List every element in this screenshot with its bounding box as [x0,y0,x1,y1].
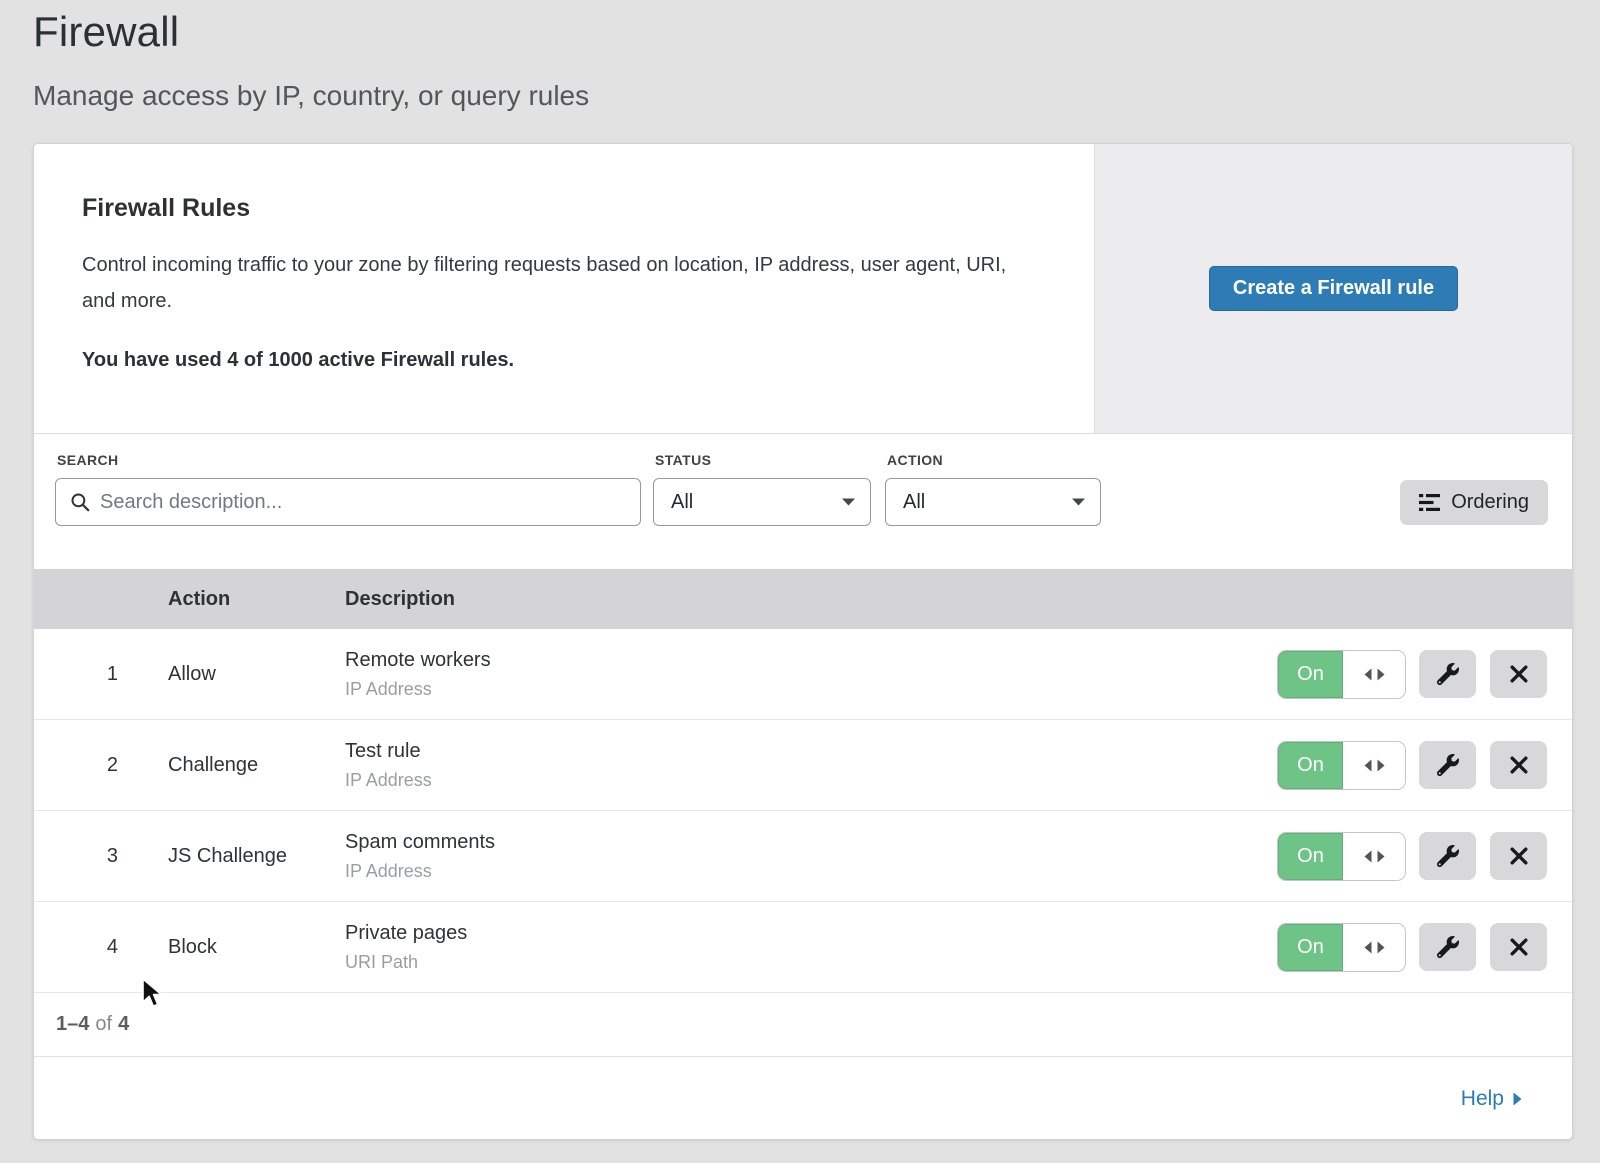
delete-rule-button[interactable] [1490,832,1547,880]
close-icon [1509,846,1529,866]
rule-controls: On [1278,741,1572,789]
description-column-header: Description [345,588,1572,611]
search-label: SEARCH [57,452,119,468]
pagination-range: 1–4 [56,1013,89,1036]
rule-action: Block [168,936,345,959]
rule-controls: On [1278,650,1572,698]
section-title: Firewall Rules [82,194,1054,223]
wrench-icon [1437,663,1459,685]
card-footer: Help [34,1057,1572,1140]
rule-action: Challenge [168,754,345,777]
close-icon [1509,937,1529,957]
toggle-on-label: On [1278,924,1343,971]
wrench-icon [1437,936,1459,958]
rule-description: Remote workers [345,649,1278,672]
delete-rule-button[interactable] [1490,923,1547,971]
rule-enabled-toggle[interactable]: On [1278,833,1405,880]
filters-bar: SEARCH STATUS All ACTION All [34,434,1572,569]
rule-enabled-toggle[interactable]: On [1278,742,1405,789]
rule-action: Allow [168,663,345,686]
action-select[interactable]: All [885,478,1101,526]
section-description: Control incoming traffic to your zone by… [82,247,1017,319]
help-link[interactable]: Help [1461,1087,1522,1111]
rule-row: 2 Challenge Test rule IP Address On [34,720,1572,811]
create-rule-panel: Create a Firewall rule [1094,144,1572,433]
toggle-on-label: On [1278,742,1343,789]
pagination-of: of [95,1013,112,1036]
edit-rule-button[interactable] [1419,741,1476,789]
rule-description-cell: Private pages URI Path [345,922,1278,973]
toggle-on-label: On [1278,651,1343,698]
rule-description: Test rule [345,740,1278,763]
rule-description: Spam comments [345,831,1278,854]
ordering-button-label: Ordering [1451,491,1529,514]
delete-rule-button[interactable] [1490,741,1547,789]
rule-match-type: IP Address [345,679,1278,700]
rule-row: 1 Allow Remote workers IP Address On [34,629,1572,720]
rule-enabled-toggle[interactable]: On [1278,651,1405,698]
action-select-value: All [903,491,925,514]
ordering-button[interactable]: Ordering [1400,480,1548,525]
toggle-arrows-icon [1343,924,1405,971]
rule-row: 4 Block Private pages URI Path On [34,902,1572,993]
wrench-icon [1437,754,1459,776]
rule-controls: On [1278,923,1572,971]
rule-priority: 2 [34,754,168,777]
toggle-arrows-icon [1343,833,1405,880]
rules-usage-text: You have used 4 of 1000 active Firewall … [82,349,1054,372]
search-box [55,478,641,526]
rule-description: Private pages [345,922,1278,945]
edit-rule-button[interactable] [1419,832,1476,880]
status-label: STATUS [655,452,711,468]
pagination: 1–4 of 4 [34,993,1572,1057]
rules-table-header: Action Description [34,569,1572,629]
rule-match-type: IP Address [345,770,1278,791]
status-select-value: All [671,491,693,514]
rule-description-cell: Remote workers IP Address [345,649,1278,700]
rule-match-type: URI Path [345,952,1278,973]
close-icon [1509,755,1529,775]
edit-rule-button[interactable] [1419,923,1476,971]
rule-description-cell: Test rule IP Address [345,740,1278,791]
rule-enabled-toggle[interactable]: On [1278,924,1405,971]
pagination-total: 4 [118,1013,129,1036]
toggle-arrows-icon [1343,651,1405,698]
rule-action: JS Challenge [168,845,345,868]
status-select[interactable]: All [653,478,871,526]
firewall-rules-card: Firewall Rules Control incoming traffic … [33,143,1573,1140]
delete-rule-button[interactable] [1490,650,1547,698]
toggle-arrows-icon [1343,742,1405,789]
rule-description-cell: Spam comments IP Address [345,831,1278,882]
rule-row: 3 JS Challenge Spam comments IP Address … [34,811,1572,902]
page-title: Firewall [33,8,589,56]
help-arrow-icon [1513,1092,1522,1106]
rule-priority: 1 [34,663,168,686]
create-firewall-rule-button[interactable]: Create a Firewall rule [1209,266,1458,311]
firewall-rules-overview: Firewall Rules Control incoming traffic … [34,144,1572,434]
chevron-down-icon [1072,498,1085,506]
action-column-header: Action [168,588,345,611]
ordering-list-icon [1419,493,1440,512]
search-input[interactable] [100,491,626,514]
rule-match-type: IP Address [345,861,1278,882]
toggle-on-label: On [1278,833,1343,880]
rule-priority: 4 [34,936,168,959]
rule-controls: On [1278,832,1572,880]
overview-text-panel: Firewall Rules Control incoming traffic … [34,144,1094,433]
page-subtitle: Manage access by IP, country, or query r… [33,80,589,112]
action-label: ACTION [887,452,943,468]
close-icon [1509,664,1529,684]
search-icon [70,492,90,512]
chevron-down-icon [842,498,855,506]
page-header: Firewall Manage access by IP, country, o… [33,8,589,112]
edit-rule-button[interactable] [1419,650,1476,698]
help-link-label: Help [1461,1087,1504,1111]
rule-priority: 3 [34,845,168,868]
wrench-icon [1437,845,1459,867]
